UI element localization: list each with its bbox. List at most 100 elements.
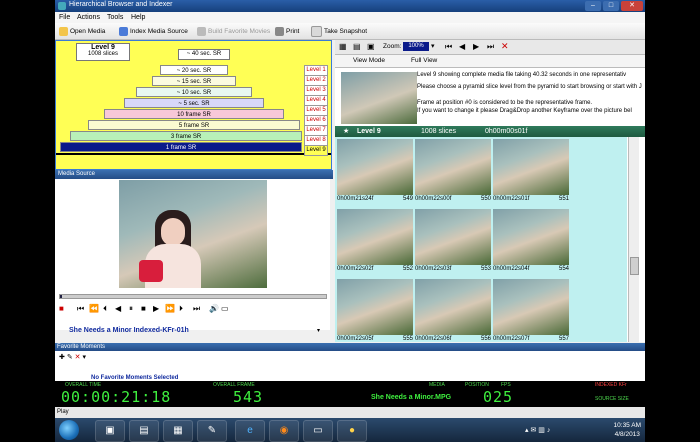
favorite-moments-panel: Favorite Moments ✚ ✎ ✕ ▾ No Favorite Mom… <box>55 343 645 381</box>
taskbar-app-icon[interactable]: ▭ <box>303 420 333 442</box>
keyframe-thumb[interactable]: 0h00m22s04f 554 <box>493 209 569 277</box>
edit-favorite-icon[interactable]: ✎ <box>67 354 73 361</box>
skip-back-icon[interactable]: ⏴ <box>103 304 107 314</box>
tray-icons[interactable]: ▴ ✉ ▥ ♪ <box>525 426 550 434</box>
window-title: Hierarchical Browser and Indexer <box>69 1 173 8</box>
menu-actions[interactable]: Actions <box>77 14 100 21</box>
menu-file[interactable]: File <box>59 14 70 21</box>
prev-frame-icon[interactable]: ◀ <box>115 304 121 313</box>
pause-icon[interactable]: ⏸ <box>129 304 133 314</box>
first-page-icon[interactable]: ⏮ <box>445 42 452 52</box>
representative-frame[interactable] <box>341 72 417 124</box>
status-bar: Play <box>55 407 645 418</box>
favorites-icon <box>197 26 206 36</box>
info-line-4: If you want to change it please Drag&Dro… <box>417 108 632 114</box>
pyramid-bar-selected[interactable]: 1 frame SR <box>60 142 302 152</box>
pyramid-bar[interactable]: 5 frame SR <box>88 120 300 130</box>
skip-start-icon[interactable]: ⏮ <box>77 304 84 314</box>
taskbar-app-icon[interactable]: ▦ <box>163 420 193 442</box>
grid-view-icon[interactable]: ▦ <box>339 42 347 51</box>
pyramid-bar[interactable]: 10 frame SR <box>104 109 284 119</box>
taskbar-app-icon[interactable]: ▤ <box>129 420 159 442</box>
level-bar-time: 0h00m00s01f <box>485 128 528 135</box>
internet-explorer-icon[interactable]: e <box>235 420 265 442</box>
monitor-icon[interactable]: ▭ <box>221 304 229 313</box>
figure-face <box>161 218 185 246</box>
delete-icon[interactable]: ✕ <box>501 41 509 52</box>
stop-square-icon[interactable]: ■ <box>141 304 146 313</box>
pyramid-bar[interactable]: ~ 10 sec. SR <box>136 87 252 97</box>
favorites-toolbar: ✚ ✎ ✕ ▾ <box>59 353 86 361</box>
keyframe-thumb[interactable]: 0h00m22s07f 557 <box>493 279 569 342</box>
printer-icon <box>275 26 284 36</box>
playback-controls: ■ ⏮ ⏪ ⏴ ◀ ⏸ ■ ▶ ⏩ ⏵ ⏭ 🔊 ▭ <box>55 303 330 317</box>
media-dropdown-icon[interactable]: ▾ <box>317 327 320 334</box>
keyframe-thumb[interactable]: 0h00m21s24f 549 <box>337 139 413 207</box>
video-preview[interactable] <box>119 180 267 288</box>
next-page-icon[interactable]: ▶ <box>473 42 479 51</box>
level-bar-slices: 1008 slices <box>421 128 457 135</box>
keyframe-thumb[interactable]: 0h00m22s06f 556 <box>415 279 491 342</box>
pyramid-top-badge[interactable]: ~ 40 sec. SR <box>178 49 230 60</box>
step-back-icon[interactable]: ⏪ <box>89 304 99 313</box>
info-panel: Level 9 showing complete media file taki… <box>335 68 645 124</box>
red-bag <box>139 260 163 282</box>
prev-page-icon[interactable]: ◀ <box>459 42 465 51</box>
status-display: OVERALL TIME 00:00:21:18 OVERALL FRAME 5… <box>55 381 645 407</box>
print-button[interactable]: Print <box>275 26 299 36</box>
zoom-select[interactable]: 100% <box>403 42 429 51</box>
media-filename: She Needs a Minor.MPG <box>371 394 452 401</box>
taskbar-clock[interactable]: 10:35 AM 4/8/2013 <box>614 421 641 439</box>
level-9-button[interactable]: Level 9 <box>304 145 328 156</box>
grid-scrollbar-thumb[interactable] <box>630 257 639 275</box>
zoom-dropdown-icon[interactable]: ▾ <box>431 42 435 50</box>
select-icon[interactable]: ▣ <box>367 42 375 51</box>
menu-bar: File Actions Tools Help <box>55 12 645 23</box>
pyramid-bar[interactable]: ~ 15 sec. SR <box>152 76 236 86</box>
grid-scrollbar[interactable] <box>628 137 639 342</box>
play-icon[interactable]: ▶ <box>153 304 159 313</box>
volume-icon[interactable]: 🔊 <box>209 304 219 313</box>
pyramid-bar[interactable]: 3 frame SR <box>70 131 302 141</box>
keyframe-thumb[interactable]: 0h00m22s00f 550 <box>415 139 491 207</box>
seek-thumb[interactable] <box>60 295 62 298</box>
keyframe-thumb[interactable]: 0h00m22s01f 551 <box>493 139 569 207</box>
taskbar-app-icon[interactable]: ✎ <box>197 420 227 442</box>
pyramid-panel: Level 9 1008 slices ~ 40 sec. SR ~ 20 se… <box>55 40 332 170</box>
media-source-caption: Media Source <box>55 170 333 179</box>
build-favorites-button[interactable]: Build Favorite Movies <box>197 26 270 36</box>
seek-bar[interactable] <box>59 294 327 299</box>
tab-full-view[interactable]: Full View <box>411 57 437 64</box>
favorites-menu-icon[interactable]: ▾ <box>82 354 86 361</box>
info-line-1: Level 9 showing complete media file taki… <box>417 72 627 78</box>
maximize-button[interactable]: □ <box>603 1 619 11</box>
take-snapshot-button[interactable]: Take Snapshot <box>311 25 367 37</box>
pyramid-bar[interactable]: ~ 5 sec. SR <box>124 98 264 108</box>
menu-help[interactable]: Help <box>131 14 145 21</box>
last-page-icon[interactable]: ⏭ <box>487 42 494 52</box>
firefox-icon[interactable]: ◉ <box>269 420 299 442</box>
index-media-button[interactable]: Index Media Source <box>119 26 188 36</box>
open-media-button[interactable]: Open Media <box>59 26 105 36</box>
keyframe-thumb[interactable]: 0h00m22s02f 552 <box>337 209 413 277</box>
pyramid-bar[interactable]: ~ 20 sec. SR <box>160 65 228 75</box>
skip-end-icon[interactable]: ⏭ <box>193 304 200 314</box>
stop-icon[interactable]: ■ <box>59 304 64 313</box>
close-button[interactable]: ✕ <box>621 1 643 11</box>
media-label: MEDIA <box>429 382 445 388</box>
menu-tools[interactable]: Tools <box>107 14 123 21</box>
start-button[interactable] <box>59 420 79 440</box>
next-icon[interactable]: ⏵ <box>179 304 183 314</box>
fps-value: 025 <box>483 388 514 406</box>
delete-favorite-icon[interactable]: ✕ <box>75 354 81 361</box>
keyframe-thumb[interactable]: 0h00m22s03f 553 <box>415 209 491 277</box>
add-favorite-icon[interactable]: ✚ <box>59 354 65 361</box>
zoom-label: Zoom: <box>383 43 402 50</box>
keyframe-thumb[interactable]: 0h00m22s05f 555 <box>337 279 413 342</box>
minimize-button[interactable]: – <box>585 1 601 11</box>
tab-view-mode[interactable]: View Mode <box>353 57 385 64</box>
list-view-icon[interactable]: ▤ <box>353 42 361 51</box>
taskbar-app-icon[interactable]: ▣ <box>95 420 125 442</box>
fast-forward-icon[interactable]: ⏩ <box>165 304 175 313</box>
taskbar-app-icon[interactable]: ● <box>337 420 367 442</box>
